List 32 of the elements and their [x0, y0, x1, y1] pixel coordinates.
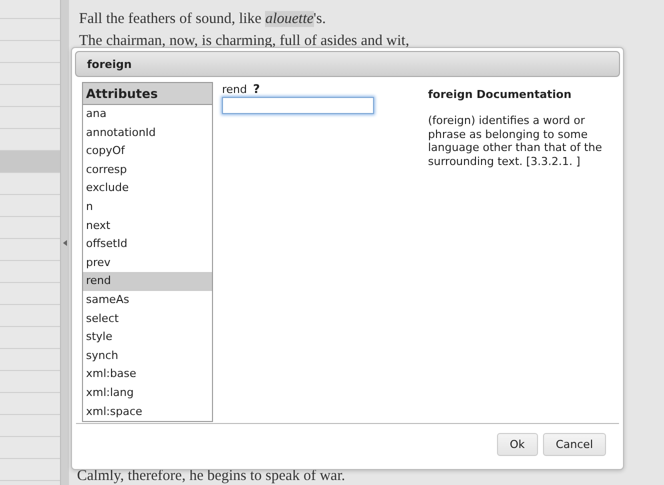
attribute-item[interactable]: next	[83, 216, 212, 236]
attribute-item[interactable]: exclude	[83, 179, 212, 198]
ok-button[interactable]: Ok	[496, 432, 538, 456]
attribute-item[interactable]: prev	[83, 254, 212, 272]
attribute-item[interactable]: xml:base	[83, 365, 212, 384]
attribute-item[interactable]: corresp	[83, 160, 212, 180]
attribute-item[interactable]: copyOf	[83, 142, 212, 161]
sidebar-row[interactable]	[0, 151, 60, 173]
splitter-handle[interactable]	[60, 0, 69, 485]
attribute-item[interactable]: offsetId	[83, 235, 212, 254]
documentation-text: (foreign) identifies a word or phrase as belonging to some language other than that of the surrounding text. [3.3.2.1. ]	[428, 114, 603, 168]
help-link[interactable]: ?	[253, 82, 260, 96]
dialog-title: foreign	[75, 51, 620, 77]
attribute-item[interactable]: annotationId	[83, 124, 212, 142]
attribute-item[interactable]: ana	[83, 105, 212, 124]
attribute-item[interactable]: xml:lang	[83, 384, 212, 402]
attribute-item[interactable]: select	[83, 310, 212, 328]
input-field[interactable]	[222, 97, 374, 114]
verse-line: Fall the feathers of sound, like alouette's.	[79, 10, 327, 29]
documentation-title: foreign Documentation	[428, 88, 572, 101]
attribute-item[interactable]: n	[83, 198, 212, 217]
cancel-button[interactable]: Cancel	[542, 432, 606, 456]
list-heading: Attributes	[83, 83, 212, 105]
attribute-item[interactable]: xml:space	[83, 402, 212, 421]
attribute-item[interactable]: rend	[83, 272, 212, 291]
verse-line: The chairman, now, is charming, full of asides and wit,	[79, 32, 410, 51]
attribute-item[interactable]: synch	[83, 346, 212, 366]
verse-line: Calmly, therefore, he begins to speak of war.	[77, 468, 346, 485]
attribute-item[interactable]: style	[83, 328, 212, 347]
collapse-left-icon	[63, 240, 67, 246]
field-label: rend	[222, 83, 248, 96]
attribute-item[interactable]: sameAs	[83, 290, 212, 310]
